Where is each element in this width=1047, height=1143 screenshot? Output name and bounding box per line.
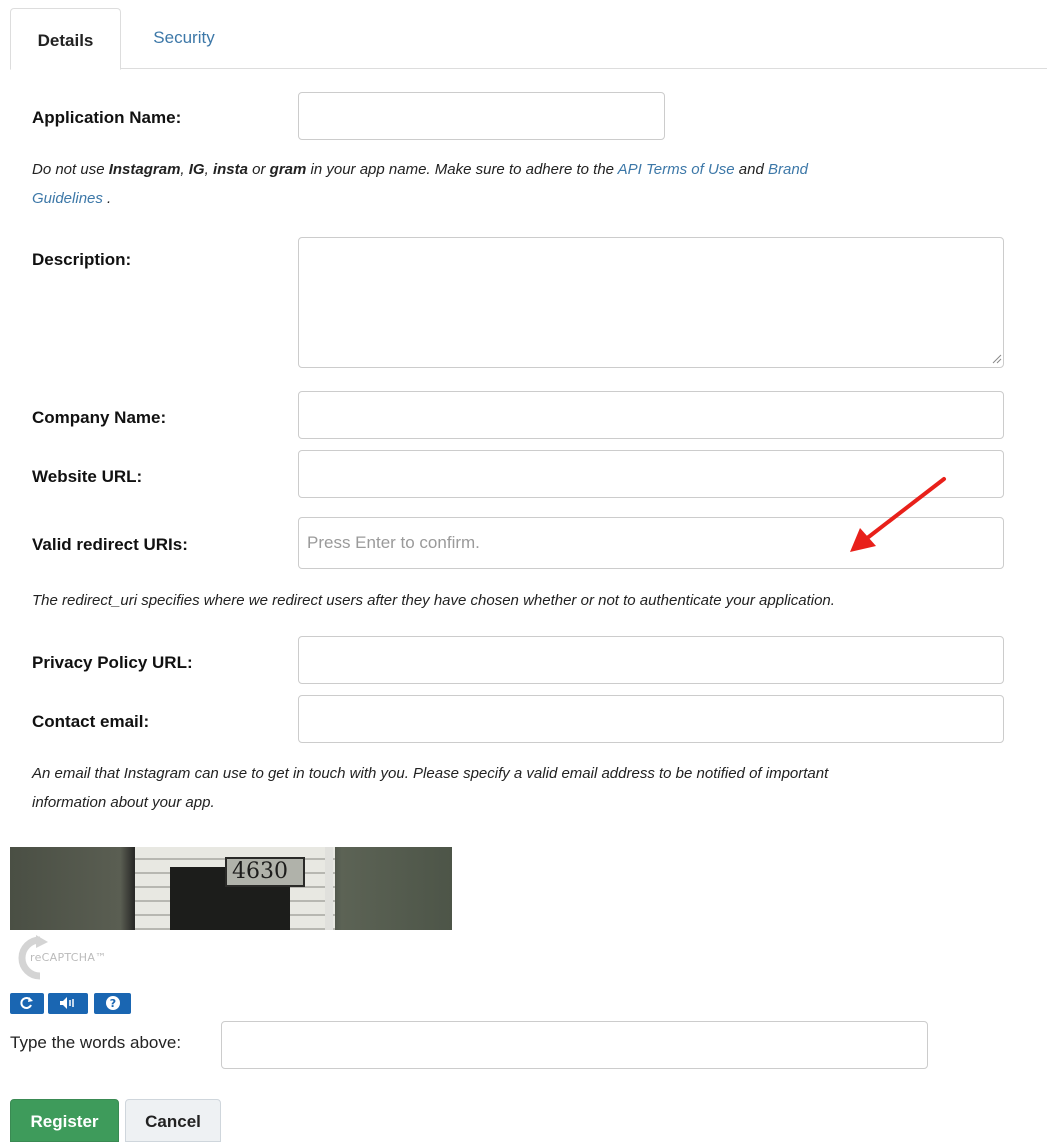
privacy-policy-url-input[interactable]	[298, 636, 1004, 684]
svg-text:?: ?	[109, 997, 115, 1010]
cancel-button[interactable]: Cancel	[125, 1099, 221, 1142]
contact-email-input[interactable]	[298, 695, 1004, 743]
description-textarea[interactable]	[298, 237, 1004, 368]
company-name-input[interactable]	[298, 391, 1004, 439]
captcha-refresh-button[interactable]	[10, 993, 44, 1014]
redirect-uris-label: Valid redirect URIs:	[32, 535, 188, 554]
audio-icon	[60, 997, 74, 1009]
application-name-label: Application Name:	[32, 108, 182, 127]
tab-security[interactable]: Security	[134, 8, 234, 69]
resize-grip-icon[interactable]	[990, 352, 1002, 364]
captcha-audio-button[interactable]	[48, 993, 88, 1014]
api-terms-link[interactable]: API Terms of Use	[618, 161, 735, 178]
company-name-label: Company Name:	[32, 408, 167, 427]
recaptcha-brand: reCAPTCHA™	[30, 951, 107, 964]
captcha-words-label: Type the words above:	[10, 1033, 182, 1052]
application-name-help: Do not use Instagram, IG, insta or gram …	[32, 161, 809, 207]
brand-guidelines-link-continued[interactable]: Guidelines	[32, 190, 103, 207]
refresh-icon	[20, 997, 33, 1009]
redirect-uris-help: The redirect_uri specifies where we redi…	[32, 592, 835, 609]
website-url-label: Website URL:	[32, 467, 143, 486]
captcha-number: 4630	[232, 859, 288, 884]
captcha-words-input[interactable]	[221, 1021, 928, 1069]
description-label: Description:	[32, 250, 132, 269]
captcha-image: 4630	[10, 847, 452, 930]
tab-details[interactable]: Details	[10, 8, 121, 70]
red-arrow-annotation	[850, 477, 946, 552]
brand-guidelines-link[interactable]: Brand	[768, 161, 808, 178]
contact-email-help: An email that Instagram can use to get i…	[32, 765, 829, 811]
tab-bar: Details Security	[10, 8, 1047, 70]
contact-email-label: Contact email:	[32, 712, 150, 731]
help-icon: ?	[105, 996, 120, 1010]
privacy-policy-url-label: Privacy Policy URL:	[32, 653, 193, 672]
application-name-input[interactable]	[298, 92, 665, 140]
captcha-help-button[interactable]: ?	[94, 993, 131, 1014]
register-button[interactable]: Register	[10, 1099, 119, 1142]
